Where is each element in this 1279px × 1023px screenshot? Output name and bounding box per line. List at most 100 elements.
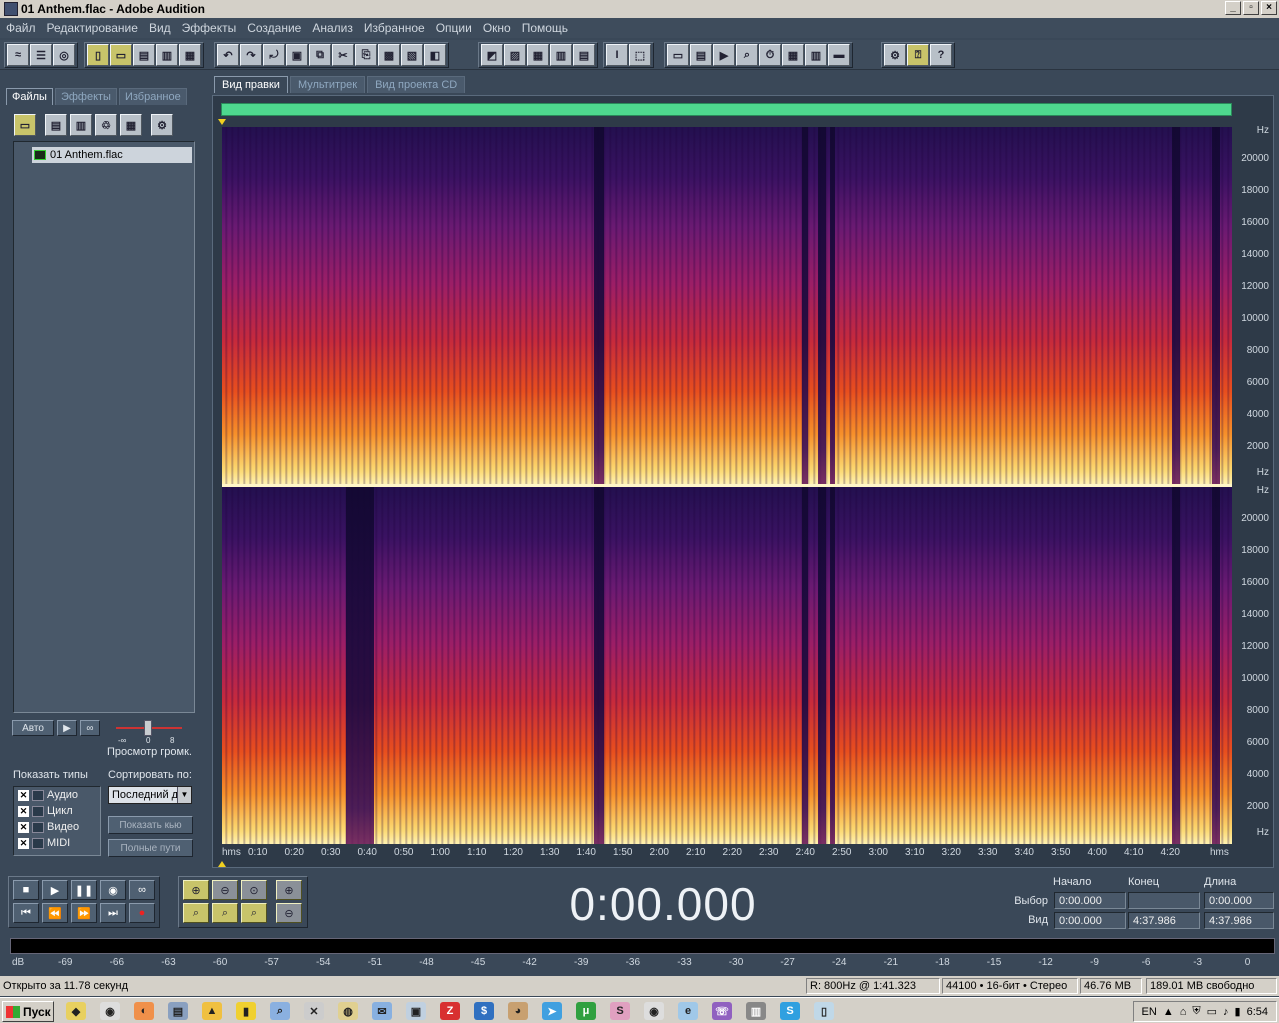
sort-select[interactable]: Последний д ▼ <box>108 786 192 804</box>
play-button[interactable]: ▶ <box>42 880 68 900</box>
viber-icon[interactable]: ☏ <box>712 1002 732 1020</box>
time-selection-tool-icon[interactable]: I <box>606 44 628 66</box>
zoom-out-v-icon[interactable]: ⊖ <box>276 903 302 923</box>
paste-icon[interactable]: ⎘ <box>355 44 377 66</box>
close-file-icon[interactable]: ▥ <box>70 114 92 136</box>
type-audio-checkbox[interactable]: ✕ Аудио <box>14 787 100 803</box>
menu-generate[interactable]: Создание <box>247 21 301 35</box>
spectral-grid-icon[interactable]: ▤ <box>573 44 595 66</box>
import-icon[interactable]: ▤ <box>45 114 67 136</box>
close-button[interactable]: × <box>1261 1 1277 15</box>
tab-favorites[interactable]: Избранное <box>118 88 187 105</box>
menu-options[interactable]: Опции <box>436 21 472 35</box>
transport-window-icon[interactable]: ▶ <box>713 44 735 66</box>
filezilla-icon[interactable]: Z <box>440 1002 460 1020</box>
type-midi-checkbox[interactable]: ✕ MIDI <box>14 835 100 851</box>
playhead-marker-bottom[interactable] <box>218 861 226 867</box>
trim-icon[interactable]: ◧ <box>424 44 446 66</box>
money-icon[interactable]: $ <box>474 1002 494 1020</box>
loop-button[interactable]: ∞ <box>129 880 155 900</box>
fast-forward-button[interactable]: ⏩ <box>71 903 97 923</box>
time-ruler[interactable]: hms 0:10 0:20 0:30 0:40 0:50 1:00 1:10 1:20 1:30 1… <box>222 845 1232 861</box>
printer-icon[interactable]: ▥ <box>746 1002 766 1020</box>
settings-gear-icon[interactable]: ⚙ <box>884 44 906 66</box>
network-icon[interactable]: ⌂ <box>1180 1006 1187 1018</box>
tray-expand-icon[interactable]: ▲ <box>1163 1006 1174 1018</box>
save-all-icon[interactable]: ▦ <box>179 44 201 66</box>
list-item[interactable]: 01 Anthem.flac <box>32 147 192 163</box>
menu-window[interactable]: Окно <box>483 21 511 35</box>
selection-window-icon[interactable]: ▦ <box>782 44 804 66</box>
time-window-icon[interactable]: ⏱ <box>759 44 781 66</box>
stop-button[interactable]: ■ <box>13 880 39 900</box>
multitrack-view-icon[interactable]: ☰ <box>30 44 52 66</box>
playhead-marker-top[interactable] <box>218 119 226 125</box>
effects-window-icon[interactable]: ▤ <box>690 44 712 66</box>
zoom-window-icon[interactable]: ⌕ <box>736 44 758 66</box>
preview-play-button[interactable]: ▶ <box>57 720 77 736</box>
selection-end-field[interactable] <box>1128 892 1200 909</box>
waveform-display-icon[interactable]: ◩ <box>481 44 503 66</box>
tab-edit-view[interactable]: Вид правки <box>214 76 288 93</box>
options-gear-icon[interactable]: ⚙ <box>151 114 173 136</box>
zoom-left-icon[interactable]: ⌕ <box>183 903 209 923</box>
repeat-icon[interactable]: ⤾ <box>263 44 285 66</box>
image-viewer-icon[interactable]: ▣ <box>406 1002 426 1020</box>
insert-icon[interactable]: ♲ <box>95 114 117 136</box>
new-file-icon[interactable]: ▯ <box>87 44 109 66</box>
firefox-icon[interactable]: ◐ <box>134 1002 154 1020</box>
audition-task-icon[interactable]: ▤ <box>168 1002 188 1020</box>
start-button[interactable]: Пуск <box>2 1001 54 1022</box>
ie-icon[interactable]: e <box>678 1002 698 1020</box>
go-to-start-button[interactable]: ⏮ <box>13 903 39 923</box>
spectrogram-left-channel[interactable] <box>222 127 1232 484</box>
overview-bar[interactable] <box>221 103 1232 116</box>
menu-analyze[interactable]: Анализ <box>312 21 353 35</box>
save-as-icon[interactable]: ▥ <box>156 44 178 66</box>
torrent-icon[interactable]: μ <box>576 1002 596 1020</box>
cd-view-icon[interactable]: ◎ <box>53 44 75 66</box>
volume-icon[interactable]: ♪ <box>1223 1006 1229 1018</box>
play-to-end-button[interactable]: ◉ <box>100 880 126 900</box>
copy-new-icon[interactable]: ▣ <box>286 44 308 66</box>
eye-icon[interactable]: ◉ <box>644 1002 664 1020</box>
slider-thumb[interactable] <box>144 720 152 736</box>
zoom-in-h-icon[interactable]: ⊕ <box>183 880 209 900</box>
edit-file-icon[interactable]: ▦ <box>120 114 142 136</box>
spectral-pan-icon[interactable]: ▦ <box>527 44 549 66</box>
tab-cd-project[interactable]: Вид проекта CD <box>367 76 466 93</box>
organizer-window-icon[interactable]: ▭ <box>667 44 689 66</box>
copy-icon[interactable]: ⧉ <box>309 44 331 66</box>
redo-icon[interactable]: ↷ <box>240 44 262 66</box>
rewind-button[interactable]: ⏪ <box>42 903 68 923</box>
tab-effects[interactable]: Эффекты <box>54 88 117 105</box>
language-indicator[interactable]: EN <box>1142 1006 1157 1018</box>
spectral-phase-icon[interactable]: ▥ <box>550 44 572 66</box>
open-file-icon[interactable]: ▭ <box>110 44 132 66</box>
zoom-in-v-icon[interactable]: ⊕ <box>276 880 302 900</box>
menu-effects[interactable]: Эффекты <box>182 21 237 35</box>
mail-icon[interactable]: ✉ <box>372 1002 392 1020</box>
menu-edit[interactable]: Редактирование <box>47 21 138 35</box>
save-icon[interactable]: ▤ <box>133 44 155 66</box>
chrome-icon[interactable]: ◉ <box>100 1002 120 1020</box>
notepad-icon[interactable]: ▯ <box>814 1002 834 1020</box>
type-video-checkbox[interactable]: ✕ Видео <box>14 819 100 835</box>
tab-files[interactable]: Файлы <box>6 88 53 105</box>
tab-multitrack[interactable]: Мультитрек <box>289 76 366 93</box>
sp-app-icon[interactable]: S <box>610 1002 630 1020</box>
preview-volume-slider[interactable] <box>112 720 186 736</box>
shield-icon[interactable]: ⛨ <box>1192 1005 1200 1018</box>
monitor-icon[interactable]: ▭ <box>1207 1005 1217 1018</box>
layers-app-icon[interactable]: ◆ <box>66 1002 86 1020</box>
view-end-field[interactable]: 4:37.986 <box>1128 912 1200 929</box>
search-app-icon[interactable]: ⌕ <box>270 1002 290 1020</box>
gimp-icon[interactable]: ◕ <box>508 1002 528 1020</box>
spectrogram-right-channel[interactable] <box>222 487 1232 844</box>
spectral-display-icon[interactable]: ▨ <box>504 44 526 66</box>
telegram-icon[interactable]: ➤ <box>542 1002 562 1020</box>
full-paths-button[interactable]: Полные пути <box>108 839 193 857</box>
show-cue-button[interactable]: Показать кью <box>108 816 193 834</box>
view-length-field[interactable]: 4:37.986 <box>1204 912 1274 929</box>
preview-loop-button[interactable]: ∞ <box>80 720 100 736</box>
